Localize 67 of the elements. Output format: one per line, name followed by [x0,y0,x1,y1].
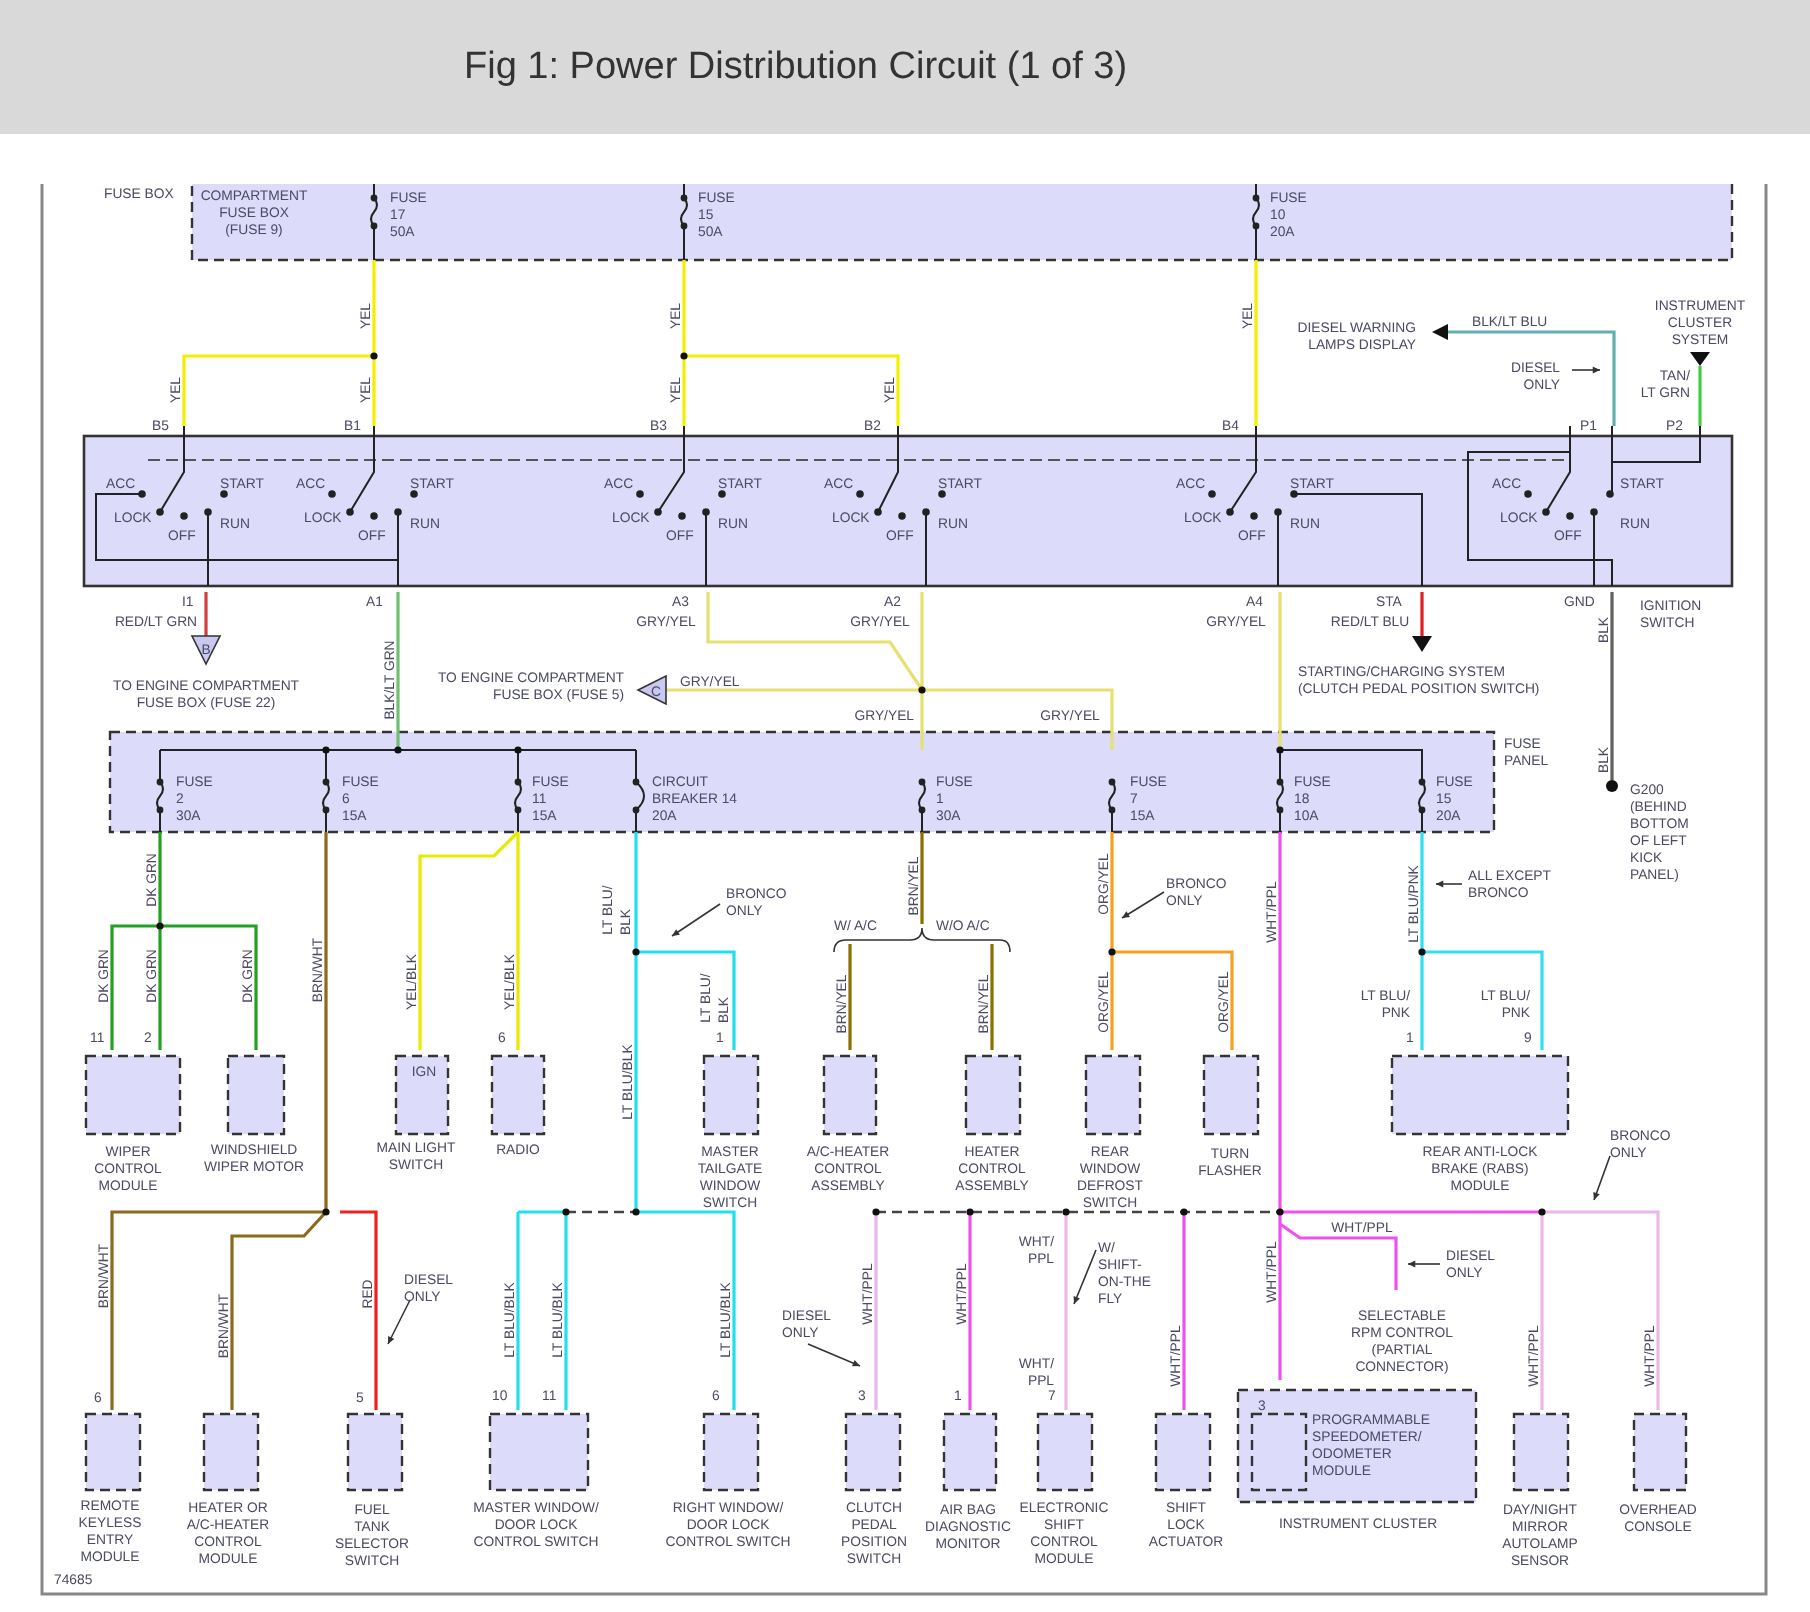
pointer-arrow [1121,891,1165,919]
junction-dot [1276,746,1284,754]
arrowhead-icon [1690,352,1710,366]
arrowhead-icon [1432,324,1448,340]
junction-dot [514,746,522,754]
arrowhead-icon [1412,636,1432,652]
junction-dot [370,352,378,360]
junction-dot [1276,1208,1284,1216]
fuse-icon [156,778,164,814]
fuse-icon [370,194,378,230]
pointer-arrow [1593,1155,1611,1201]
fuse-icon [918,778,926,814]
junction-dot [562,1208,570,1216]
component-outline [942,1412,998,1492]
junction-dot [632,948,640,956]
pointer-arrow [1435,880,1463,888]
pointer-arrow [387,1299,411,1345]
component-outline [490,1054,546,1136]
pointer-arrow [1571,366,1601,374]
pointer-arrow [671,903,721,937]
component-outline [346,1412,404,1492]
fuse-icon [514,778,522,814]
fuse-icon [322,778,330,814]
junction-dot [1062,1208,1070,1216]
fuse-icon [1276,778,1284,814]
junction-dot [632,1208,640,1216]
pointer-arrow [1073,1249,1097,1305]
component-outline [822,1054,878,1136]
component-outline [1084,1054,1142,1136]
component-outline [1512,1412,1570,1492]
junction-dot [872,1208,880,1216]
component-outline [488,1412,590,1492]
fuse-icon [1418,778,1426,814]
component-outline [702,1412,760,1492]
junction-dot [918,686,926,694]
pointer-arrow [807,1343,861,1367]
component-outline [1202,1054,1260,1136]
component-outline [1632,1412,1688,1492]
component-outline [964,1054,1022,1136]
circuit-breaker-icon [632,778,645,814]
junction-dot [1108,948,1116,956]
fuse-icon [1108,778,1116,814]
fuse-icon [680,194,688,230]
component-outline [84,1054,182,1136]
junction-dot [966,1208,974,1216]
junction-dot [680,352,688,360]
component-outline [702,1054,760,1136]
junction-dot [322,746,330,754]
fuse-icon [1252,194,1260,230]
component-outline [84,1412,142,1492]
pointer-arrow [1407,1260,1441,1268]
component-outline [1154,1412,1212,1492]
connector-icon [636,674,667,706]
component-outline [1036,1412,1094,1492]
component-outline [844,1412,902,1492]
junction-dot [394,746,402,754]
ground-icon [1606,780,1618,792]
junction-dot [1538,1208,1546,1216]
figure-title: Fig 1: Power Distribution Circuit (1 of 3) [464,45,1128,89]
junction-dot [322,1208,330,1216]
connector-icon [190,635,222,666]
component-outline [394,1054,450,1136]
component-outline [226,1054,286,1136]
junction-dot [1418,948,1426,956]
junction-dot [156,922,164,930]
component-outline [202,1412,260,1492]
junction-dot [1180,1208,1188,1216]
